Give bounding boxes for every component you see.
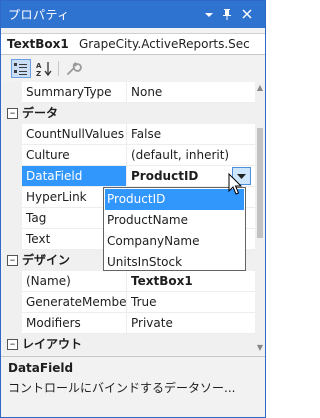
dropdown-option[interactable]: ProductName xyxy=(105,210,244,231)
description-title: DataField xyxy=(8,361,74,375)
dropdown-option[interactable]: ProductID xyxy=(105,189,244,210)
wrench-icon xyxy=(67,62,82,75)
row-gutter xyxy=(3,292,22,313)
collapse-icon[interactable]: – xyxy=(7,107,18,119)
mouse-cursor-icon xyxy=(228,173,243,195)
row-gutter xyxy=(3,229,22,250)
property-row[interactable]: Modifiers Private xyxy=(3,313,255,334)
close-icon[interactable] xyxy=(239,5,255,23)
title-bar[interactable]: プロパティ xyxy=(1,1,265,28)
property-row[interactable]: (Name) TextBox1 xyxy=(3,271,255,292)
scroll-up-icon[interactable]: ▲ xyxy=(255,82,265,94)
svg-text:A: A xyxy=(36,62,42,70)
dropdown-option[interactable]: CompanyName xyxy=(105,231,244,252)
category-label: レイアウト xyxy=(22,337,83,351)
category-label: デザイン xyxy=(22,253,71,267)
object-selector[interactable]: TextBox1 GrapeCity.ActiveReports.Sec xyxy=(1,33,265,55)
alphabetical-icon: A Z xyxy=(36,62,52,78)
property-value[interactable]: False xyxy=(127,124,255,145)
row-gutter xyxy=(3,124,22,145)
property-pages-button[interactable] xyxy=(63,59,83,78)
categorized-icon xyxy=(14,63,27,75)
property-name: GenerateMember xyxy=(22,292,127,313)
property-row[interactable]: CountNullValues False xyxy=(3,124,255,145)
collapse-icon[interactable]: – xyxy=(7,254,18,266)
description-panel: DataField コントロールにバインドするデータソー... xyxy=(1,356,265,417)
property-row[interactable]: SummaryType None xyxy=(3,82,255,103)
property-name: Culture xyxy=(22,145,127,166)
row-gutter xyxy=(3,271,22,292)
property-row[interactable]: GenerateMember True xyxy=(3,292,255,313)
property-row-selected[interactable]: DataField ProductID xyxy=(3,166,255,187)
scroll-down-icon[interactable]: ▼ xyxy=(255,342,265,354)
window-menu-dropdown-icon[interactable] xyxy=(201,5,217,23)
row-gutter xyxy=(3,82,22,103)
property-name: DataField xyxy=(22,166,127,187)
object-name: TextBox1 xyxy=(7,37,69,51)
vertical-scrollbar[interactable]: ▲ ▼ xyxy=(255,82,265,354)
dropdown-option[interactable]: UnitsInStock xyxy=(105,252,244,273)
properties-window: プロパティ TextBox1 GrapeCity.ActiveReports.S… xyxy=(0,0,266,418)
property-toolbar: A Z xyxy=(1,57,265,80)
svg-text:Z: Z xyxy=(36,70,41,78)
property-name: (Name) xyxy=(22,271,127,292)
pin-icon[interactable] xyxy=(219,5,235,23)
scrollbar-thumb[interactable] xyxy=(257,128,263,238)
property-value[interactable]: True xyxy=(127,292,255,313)
row-gutter xyxy=(3,187,22,208)
object-type: GrapeCity.ActiveReports.Sec xyxy=(79,37,250,51)
property-name: CountNullValues xyxy=(22,124,127,145)
category-label: データ xyxy=(22,106,59,120)
datafield-dropdown-list: ProductID ProductName CompanyName UnitsI… xyxy=(103,187,246,271)
row-gutter xyxy=(3,166,22,187)
property-value[interactable]: (default, inherit) xyxy=(127,145,255,166)
description-text: コントロールにバインドするデータソー... xyxy=(8,381,236,395)
property-value[interactable]: TextBox1 xyxy=(127,271,255,292)
category-row[interactable]: – レイアウト xyxy=(3,334,255,354)
toolbar-separator xyxy=(58,61,59,76)
property-name: Modifiers xyxy=(22,313,127,334)
property-name: SummaryType xyxy=(22,82,127,103)
property-value[interactable]: None xyxy=(127,82,255,103)
property-value[interactable]: Private xyxy=(127,313,255,334)
row-gutter xyxy=(3,145,22,166)
row-gutter xyxy=(3,313,22,334)
row-gutter xyxy=(3,208,22,229)
window-title: プロパティ xyxy=(8,8,70,22)
categorized-button[interactable] xyxy=(11,59,31,78)
property-row[interactable]: Culture (default, inherit) xyxy=(3,145,255,166)
alphabetical-button[interactable]: A Z xyxy=(34,59,54,78)
collapse-icon[interactable]: – xyxy=(7,338,18,350)
category-row[interactable]: – データ xyxy=(3,103,255,124)
